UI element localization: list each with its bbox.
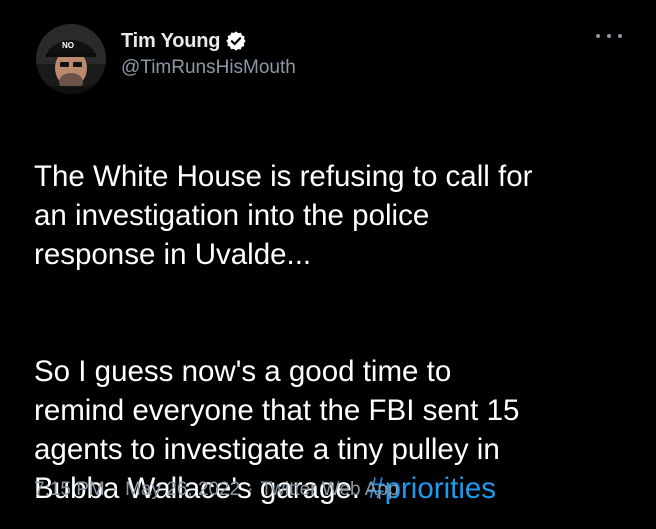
separator: · <box>111 479 119 500</box>
tweet-metadata: 7:15 PM · May 26, 2022 · Twitter Web App <box>34 479 399 501</box>
more-dot <box>596 34 600 38</box>
avatar-hat-text: NO <box>62 41 74 50</box>
author-handle[interactable]: @TimRunsHisMouth <box>121 57 296 79</box>
avatar-image: NO <box>36 24 106 94</box>
verified-badge-icon <box>225 30 247 52</box>
more-dot <box>618 34 622 38</box>
separator: · <box>247 479 254 500</box>
author-name[interactable]: Tim Young <box>121 30 221 53</box>
tweet-time[interactable]: 7:15 PM <box>34 479 105 501</box>
tweet-date[interactable]: May 26, 2022 <box>125 479 240 501</box>
author-name-row: Tim Young <box>121 28 247 54</box>
tweet-text: The White House is refusing to call for … <box>34 118 634 529</box>
more-horizontal-icon[interactable] <box>596 28 622 44</box>
tweet-source[interactable]: Twitter Web App <box>261 479 399 501</box>
tweet-card: NO Tim Young @TimRunsHisMouth The White … <box>0 0 656 529</box>
avatar[interactable]: NO <box>36 24 106 94</box>
more-dot <box>607 34 611 38</box>
tweet-paragraph: The White House is refusing to call for … <box>34 160 533 271</box>
